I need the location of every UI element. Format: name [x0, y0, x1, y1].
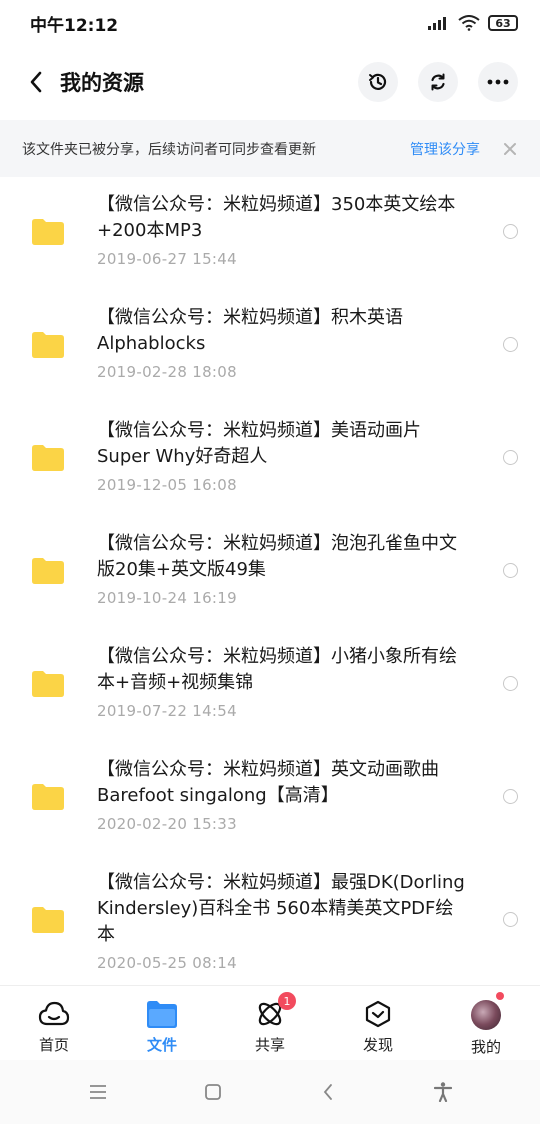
more-button[interactable]	[478, 62, 518, 102]
select-radio[interactable]	[503, 224, 518, 239]
file-name-line: 【微信公众号：米粒妈频道】美语动画片	[97, 420, 421, 441]
folder-icon	[32, 219, 64, 245]
folder-icon	[32, 332, 64, 358]
file-name-line: Kindersley)百科全书 560本精美英文PDF绘	[97, 898, 454, 919]
page-title: 我的资源	[60, 71, 144, 95]
file-name-line: 【微信公众号：米粒妈频道】小猪小象所有绘	[97, 646, 457, 667]
file-name-line: 【微信公众号：米粒妈频道】积木英语	[97, 307, 403, 328]
list-item[interactable]: 【微信公众号：米粒妈频道】泡泡孔雀鱼中文 版20集+英文版49集 2019-10…	[0, 516, 540, 629]
history-icon	[369, 73, 387, 90]
avatar	[471, 1000, 501, 1030]
file-name-line: 【微信公众号：米粒妈频道】最强DK(Dorling	[97, 872, 465, 893]
accessibility-icon	[433, 1082, 452, 1102]
select-radio[interactable]	[503, 563, 518, 578]
status-time: 中午12:12	[30, 15, 119, 36]
file-name-line: +200本MP3	[97, 220, 203, 241]
bottom-nav: 首页 文件 1 共享 发现 我的	[0, 985, 540, 1060]
file-date: 2019-06-27 15:44	[97, 250, 237, 268]
nav-discover-label: 发现	[362, 1036, 393, 1054]
nav-share[interactable]: 1 共享	[216, 986, 324, 1060]
file-date: 2019-02-28 18:08	[97, 363, 237, 381]
share-banner: 该文件夹已被分享，后续访问者可同步查看更新 管理该分享	[0, 120, 540, 177]
sync-icon	[431, 73, 445, 91]
header: 我的资源	[0, 52, 540, 112]
battery-level: 63	[495, 16, 511, 30]
file-date: 2020-02-20 15:33	[97, 815, 237, 833]
file-date: 2019-10-24 16:19	[97, 589, 237, 607]
wifi-icon	[458, 15, 480, 31]
system-back-button[interactable]	[308, 1072, 348, 1112]
folder-icon	[32, 784, 64, 810]
system-nav	[0, 1060, 540, 1124]
me-dot-badge	[496, 992, 504, 1000]
chevron-left-icon	[30, 71, 42, 93]
folder-icon	[32, 671, 64, 697]
square-icon	[204, 1084, 221, 1100]
file-date: 2019-12-05 16:08	[97, 476, 237, 494]
file-name-line: 本	[97, 924, 115, 945]
folder-icon	[32, 445, 64, 471]
discover-hexagon-icon	[365, 1000, 391, 1028]
file-date: 2020-05-25 08:14	[97, 954, 237, 972]
nav-files-label: 文件	[146, 1036, 177, 1054]
file-name-line: 【微信公众号：米粒妈频道】泡泡孔雀鱼中文	[97, 533, 457, 554]
history-button[interactable]	[358, 62, 398, 102]
list-item[interactable]: 【微信公众号：米粒妈频道】小猪小象所有绘 本+音频+视频集锦 2019-07-2…	[0, 629, 540, 742]
file-name-line: Barefoot singalong【高清】	[97, 785, 339, 806]
list-item[interactable]: 【微信公众号：米粒妈频道】英文动画歌曲 Barefoot singalong【高…	[0, 742, 540, 855]
file-list: 【微信公众号：米粒妈频道】350本英文绘本 +200本MP3 2019-06-2…	[0, 177, 540, 985]
status-bar: 中午12:12 63	[0, 0, 540, 46]
chevron-left-icon	[323, 1084, 332, 1100]
list-item[interactable]: 【微信公众号：米粒妈频道】350本英文绘本 +200本MP3 2019-06-2…	[0, 177, 540, 290]
manage-share-link[interactable]: 管理该分享	[410, 139, 480, 159]
close-icon[interactable]	[502, 141, 518, 157]
select-radio[interactable]	[503, 789, 518, 804]
folder-icon	[147, 1001, 177, 1028]
nav-discover[interactable]: 发现	[324, 986, 432, 1060]
select-radio[interactable]	[503, 337, 518, 352]
home-button[interactable]	[193, 1072, 233, 1112]
select-radio[interactable]	[503, 912, 518, 927]
select-radio[interactable]	[503, 450, 518, 465]
file-name-line: Super Why好奇超人	[97, 446, 268, 467]
list-item[interactable]: 【微信公众号：米粒妈频道】最强DK(Dorling Kindersley)百科全…	[0, 855, 540, 985]
menu-button[interactable]	[78, 1072, 118, 1112]
file-name-line: Alphablocks	[97, 333, 206, 354]
share-banner-text: 该文件夹已被分享，后续访问者可同步查看更新	[22, 141, 316, 158]
file-name-line: 版20集+英文版49集	[97, 559, 266, 580]
nav-me-label: 我的	[470, 1038, 501, 1056]
cloud-icon	[38, 1001, 70, 1026]
file-name-line: 本+音频+视频集锦	[97, 672, 254, 693]
nav-share-label: 共享	[254, 1036, 285, 1054]
folder-icon	[32, 907, 64, 933]
list-item[interactable]: 【微信公众号：米粒妈频道】积木英语 Alphablocks 2019-02-28…	[0, 290, 540, 403]
header-actions	[358, 62, 518, 102]
nav-me[interactable]: 我的	[432, 986, 540, 1060]
share-badge: 1	[278, 992, 296, 1010]
accessibility-button[interactable]	[423, 1072, 463, 1112]
nav-home[interactable]: 首页	[0, 986, 108, 1060]
file-date: 2019-07-22 14:54	[97, 702, 237, 720]
list-item[interactable]: 【微信公众号：米粒妈频道】美语动画片 Super Why好奇超人 2019-12…	[0, 403, 540, 516]
more-icon	[487, 79, 509, 85]
signal-icon	[428, 17, 446, 30]
menu-icon	[89, 1085, 106, 1099]
select-radio[interactable]	[503, 676, 518, 691]
file-name-line: 【微信公众号：米粒妈频道】英文动画歌曲	[97, 759, 439, 780]
sync-button[interactable]	[418, 62, 458, 102]
nav-files[interactable]: 文件	[108, 986, 216, 1060]
back-button[interactable]	[16, 62, 56, 102]
status-icons: 63	[428, 15, 518, 31]
nav-home-label: 首页	[38, 1036, 69, 1054]
battery-indicator: 63	[488, 15, 518, 31]
file-name-line: 【微信公众号：米粒妈频道】350本英文绘本	[97, 194, 456, 215]
folder-icon	[32, 558, 64, 584]
